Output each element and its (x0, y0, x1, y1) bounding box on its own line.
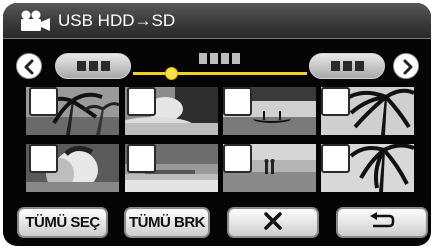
page-slider-track[interactable] (133, 72, 307, 75)
next-page-button[interactable] (393, 53, 419, 79)
screen: USB HDD→SD TÜMÜ SEÇ TÜMÜ BRK (3, 3, 431, 246)
select-checkbox-2[interactable] (127, 87, 156, 116)
return-arrow-icon (369, 211, 395, 234)
select-checkbox-8[interactable] (321, 144, 350, 173)
previous-page-button[interactable] (16, 53, 42, 79)
return-button[interactable] (336, 207, 428, 238)
select-checkbox-3[interactable] (223, 87, 252, 116)
cancel-button[interactable] (227, 207, 319, 238)
page-indicator-right[interactable] (309, 53, 385, 79)
page-indicator-left[interactable] (55, 53, 131, 79)
page-title: USB HDD→SD (58, 11, 176, 30)
title-bar: USB HDD→SD (3, 3, 431, 39)
deselect-all-button[interactable]: TÜMÜ BRK (124, 207, 210, 238)
select-checkbox-4[interactable] (321, 87, 350, 116)
page-slider-knob[interactable] (164, 67, 178, 80)
select-checkbox-5[interactable] (29, 144, 58, 173)
page-number (199, 53, 240, 64)
movie-camera-icon (17, 10, 51, 32)
select-all-button[interactable]: TÜMÜ SEÇ (17, 207, 108, 238)
close-icon (263, 211, 283, 235)
select-checkbox-6[interactable] (127, 144, 156, 173)
select-checkbox-1[interactable] (29, 87, 58, 116)
select-checkbox-7[interactable] (223, 144, 252, 173)
